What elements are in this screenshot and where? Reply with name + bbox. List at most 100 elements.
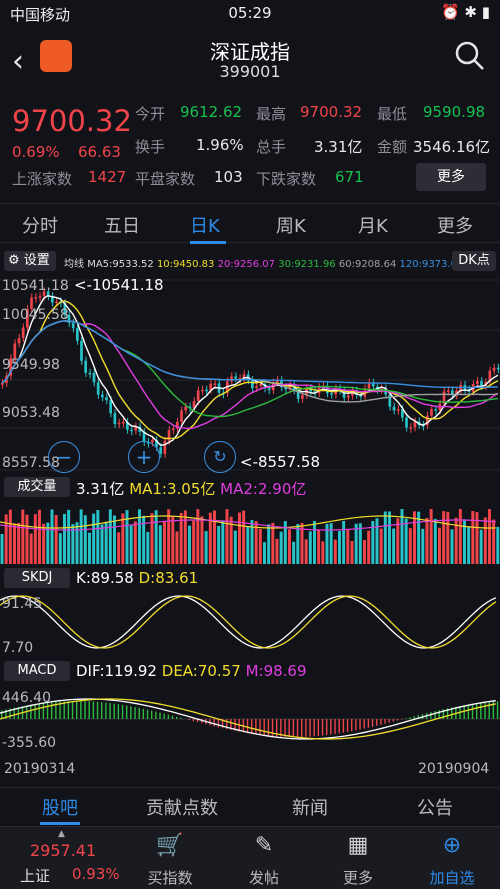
tab-daily-k[interactable]: 日K — [190, 212, 220, 238]
skdj-k: K:89.58 — [76, 569, 134, 587]
hands-label: 总手 — [256, 138, 287, 156]
skdj-indicator-button[interactable]: SKDJ — [4, 568, 70, 588]
candle-body — [496, 367, 500, 370]
tab-more[interactable]: 更多 — [437, 212, 473, 238]
more-menu-button[interactable]: 更多 — [318, 867, 398, 888]
candle-body — [71, 322, 75, 329]
macd-histogram-bar — [217, 719, 220, 728]
volume-bar — [258, 528, 262, 564]
chart-settings-button[interactable]: ⚙ 设置 — [4, 251, 56, 271]
y-axis-mid2: 9549.98 — [2, 357, 60, 373]
zoom-in-button[interactable]: + — [128, 441, 160, 473]
macd-histogram-bar — [363, 719, 365, 729]
macd-histogram-bar — [134, 707, 136, 719]
post-button[interactable]: 发帖 — [224, 867, 304, 888]
tab-monthly-k[interactable]: 月K — [358, 212, 388, 238]
date-end: 20190904 — [418, 761, 490, 777]
macd-histogram-bar — [159, 712, 161, 719]
macd-histogram-bar — [30, 704, 32, 719]
candle-body — [163, 440, 167, 454]
candle-body — [184, 406, 187, 411]
ma5-value: MA5:9533.52 — [87, 259, 154, 270]
add-circle-icon[interactable]: ⊕ — [412, 833, 492, 858]
volume-bar — [63, 513, 66, 564]
macd-dea: DEA:70.57 — [161, 662, 241, 680]
volume-bar — [471, 510, 475, 564]
volume-value: 3.31亿 — [76, 480, 125, 498]
more-button[interactable]: 更多 — [416, 163, 486, 191]
status-bar: 中国移动 05:29 ⏰ ✱ ▮ — [0, 0, 500, 28]
volume-bar — [296, 524, 300, 564]
candle-body — [130, 429, 133, 432]
volume-bar — [67, 509, 71, 564]
candle-body — [434, 409, 437, 411]
macd-histogram-bar — [434, 711, 436, 719]
candle-body — [101, 394, 104, 398]
candlestick-chart[interactable] — [0, 274, 500, 474]
dk-point-button[interactable]: DK点 — [452, 251, 496, 271]
volume-bar — [492, 519, 496, 564]
refresh-icon[interactable]: ↻ — [204, 441, 236, 473]
volume-bar — [488, 509, 491, 564]
volume-bar — [225, 509, 229, 564]
volume-bar — [46, 522, 50, 564]
tab-weekly-k[interactable]: 周K — [276, 212, 306, 238]
skdj-axis-top: 91.45 — [2, 596, 43, 612]
volume-bar — [188, 525, 191, 564]
compose-icon[interactable]: ✎ — [224, 833, 304, 858]
tab-five-day[interactable]: 五日 — [104, 212, 140, 238]
turnover-value: 1.96% — [196, 136, 244, 154]
add-watchlist-button[interactable]: 加自选 — [412, 867, 492, 888]
macd-histogram-bar — [355, 719, 357, 731]
volume-bar — [292, 541, 296, 564]
volume-bar — [233, 530, 237, 564]
volume-bar — [221, 520, 225, 564]
macd-histogram-bar — [163, 713, 165, 719]
macd-histogram-bar — [180, 717, 182, 719]
candle-body — [84, 360, 87, 373]
volume-bar — [175, 531, 179, 564]
candle-body — [38, 296, 42, 298]
volume-bar — [196, 509, 200, 564]
volume-bar — [392, 528, 396, 564]
tab-intraday[interactable]: 分时 — [22, 212, 58, 238]
volume-chart — [0, 509, 500, 564]
volume-bar — [154, 510, 158, 564]
min-price-marker: <-8557.58 — [240, 453, 321, 471]
volume-bar — [113, 515, 116, 564]
macd-histogram-bar — [380, 719, 382, 725]
macd-histogram-bar — [101, 702, 103, 719]
volume-bar — [413, 511, 416, 564]
tab-news[interactable]: 新闻 — [292, 794, 328, 820]
ticker-value: 2957.41 — [30, 841, 97, 860]
flat-value: 103 — [214, 168, 243, 186]
volume-bar — [38, 509, 41, 564]
candle-body — [346, 395, 350, 398]
macd-histogram-bar — [213, 719, 215, 727]
macd-histogram-bar — [92, 701, 95, 719]
up-count-label: 上涨家数 — [12, 170, 73, 188]
grid-icon[interactable]: ▦ — [318, 833, 398, 858]
candle-body — [405, 417, 408, 428]
volume-bar — [171, 516, 175, 564]
buy-index-icon[interactable]: 🛒 — [130, 833, 210, 858]
macd-histogram-bar — [76, 701, 78, 719]
volume-indicator-button[interactable]: 成交量 — [4, 477, 70, 497]
volume-bar — [50, 509, 54, 564]
candle-body — [430, 409, 433, 416]
volume-bar — [133, 521, 137, 564]
buy-index-button[interactable]: 买指数 — [130, 867, 210, 888]
market-index-ticker[interactable]: ▲ 2957.41 上证 0.93% — [0, 827, 120, 889]
volume-bar — [263, 542, 266, 564]
macd-indicator-button[interactable]: MACD — [4, 661, 70, 681]
macd-m: M:98.69 — [245, 662, 307, 680]
candle-body — [367, 382, 371, 389]
tab-announcements[interactable]: 公告 — [417, 794, 453, 820]
search-icon[interactable] — [454, 40, 486, 72]
volume-bar — [288, 529, 291, 564]
macd-legend: DIF:119.92 DEA:70.57 M:98.69 — [76, 662, 307, 680]
tab-stock-bar[interactable]: 股吧 — [42, 794, 78, 820]
tab-contribution[interactable]: 贡献点数 — [146, 794, 218, 820]
volume-bar — [396, 518, 400, 564]
zoom-out-button[interactable]: − — [48, 441, 80, 473]
